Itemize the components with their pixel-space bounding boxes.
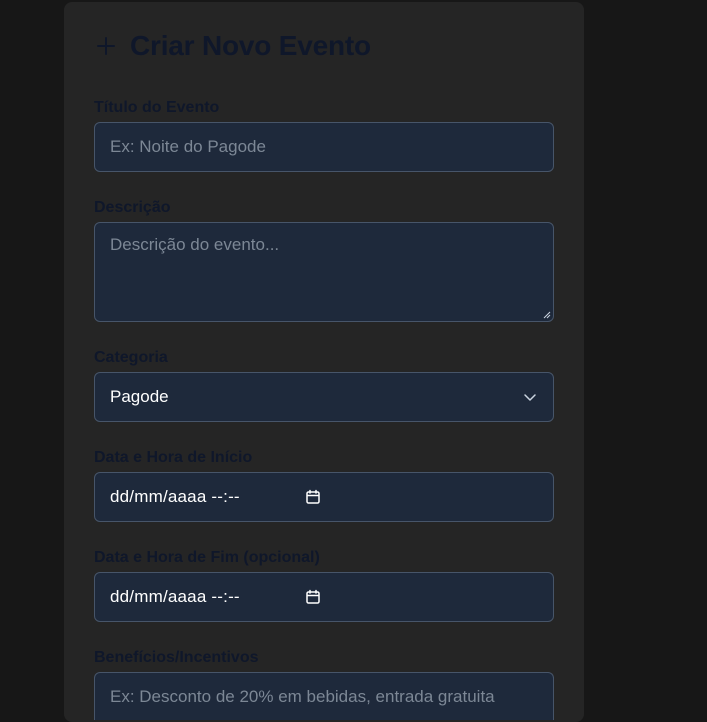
end-datetime-label: Data e Hora de Fim (opcional): [94, 549, 320, 566]
description-label: Descrição: [94, 199, 171, 216]
event-title-input[interactable]: Ex: Noite do Pagode: [94, 122, 554, 172]
end-datetime-value: dd/mm/aaaa --:--: [110, 587, 240, 606]
description-placeholder: Descrição do evento...: [110, 235, 280, 254]
category-selected-value: Pagode: [110, 387, 169, 406]
start-datetime-value: dd/mm/aaaa --:--: [110, 487, 240, 506]
start-datetime-label: Data e Hora de Início: [94, 449, 253, 466]
end-datetime-input[interactable]: dd/mm/aaaa --:--: [94, 572, 554, 622]
calendar-icon[interactable]: [305, 589, 321, 605]
description-textarea[interactable]: Descrição do evento...: [94, 222, 554, 322]
benefits-input[interactable]: Ex: Desconto de 20% em bebidas, entrada …: [94, 672, 554, 720]
benefits-label: Benefícios/Incentivos: [94, 649, 259, 666]
page-title: Criar Novo Evento: [130, 30, 371, 61]
resize-handle-icon[interactable]: [543, 311, 551, 319]
event-title-placeholder: Ex: Noite do Pagode: [110, 137, 266, 156]
event-title-label: Título do Evento: [94, 99, 220, 116]
form-header: Criar Novo Evento: [94, 28, 371, 64]
category-label: Categoria: [94, 349, 168, 366]
plus-icon: [97, 37, 115, 55]
category-select[interactable]: Pagode: [94, 372, 554, 422]
calendar-icon[interactable]: [305, 489, 321, 505]
create-event-card: Criar Novo Evento Título do Evento Ex: N…: [64, 2, 584, 722]
start-datetime-input[interactable]: dd/mm/aaaa --:--: [94, 472, 554, 522]
chevron-down-icon: [524, 394, 536, 401]
